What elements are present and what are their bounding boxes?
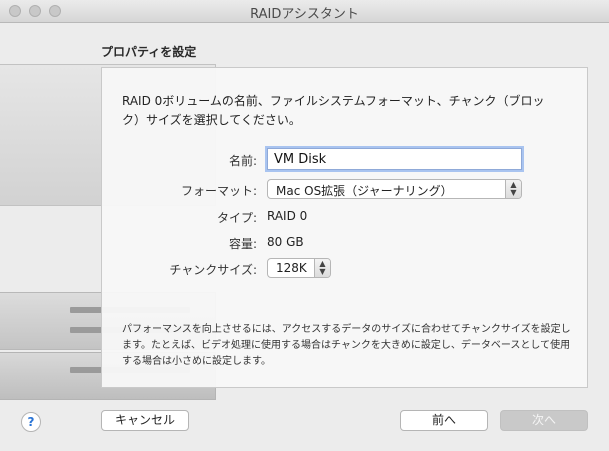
back-button[interactable]: 前へ — [400, 410, 488, 431]
format-popup[interactable]: Mac OS拡張（ジャーナリング） ▲ ▼ — [267, 179, 522, 199]
chunk-size-note: パフォーマンスを向上させるには、アクセスするデータのサイズに合わせてチャンクサイ… — [122, 324, 571, 367]
chunk-size-popup[interactable]: 128K ▲ ▼ — [267, 258, 331, 278]
description-text: RAID 0ボリュームの名前、ファイルシステムフォーマット、チャンク（ブロック）… — [122, 94, 545, 127]
format-popup-value: Mac OS拡張（ジャーナリング） — [276, 184, 453, 198]
section-title: プロパティを設定 — [101, 45, 197, 59]
help-button[interactable]: ? — [21, 412, 41, 432]
window-title: RAIDアシスタント — [250, 7, 359, 22]
chunk-size-label: チャンクサイズ: — [169, 263, 257, 277]
capacity-value: 80 GB — [267, 235, 304, 249]
chunk-size-popup-value: 128K — [276, 261, 307, 275]
format-label: フォーマット: — [180, 184, 257, 198]
title-bar: RAIDアシスタント — [0, 0, 609, 23]
capacity-label: 容量: — [228, 237, 257, 251]
type-value: RAID 0 — [267, 209, 308, 223]
cancel-button[interactable]: キャンセル — [101, 410, 189, 431]
properties-panel: RAID 0ボリュームの名前、ファイルシステムフォーマット、チャンク（ブロック）… — [101, 67, 588, 388]
up-down-chevron-icon: ▲ ▼ — [314, 259, 330, 277]
raid-assistant-window: RAIDアシスタント プロパティを設定 RAID 0ボリュームの名前、ファイルシ… — [0, 0, 609, 451]
question-mark-icon: ? — [27, 415, 35, 429]
up-down-chevron-icon: ▲ ▼ — [505, 180, 521, 198]
type-label: タイプ: — [216, 211, 257, 225]
name-field[interactable] — [267, 148, 522, 170]
next-button[interactable]: 次へ — [500, 410, 588, 431]
name-label: 名前: — [228, 154, 257, 168]
